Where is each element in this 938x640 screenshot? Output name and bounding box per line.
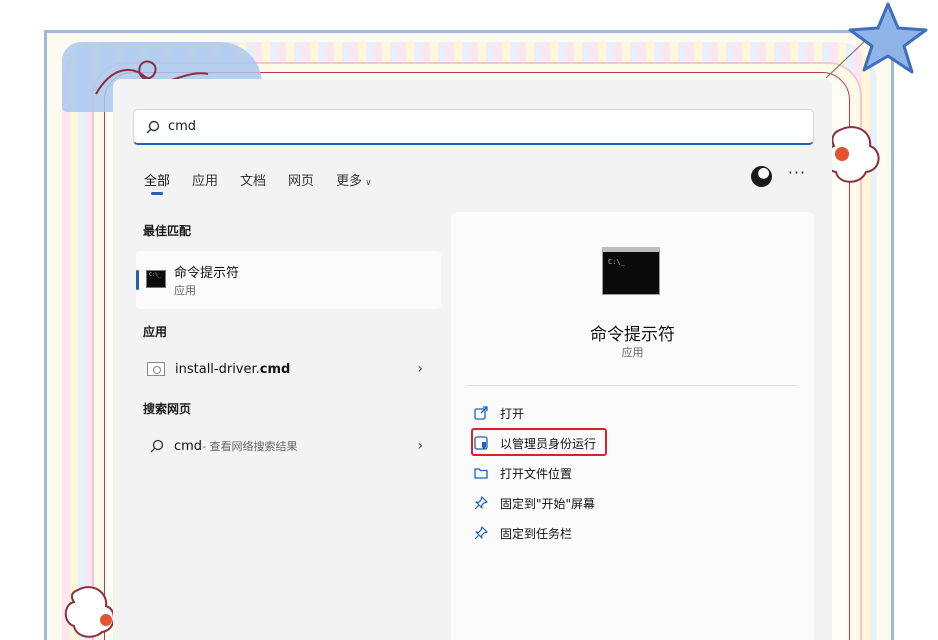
action-pin-to-start-label: 固定到"开始"屏幕 [500,496,596,511]
more-options-button[interactable]: ··· [786,165,808,186]
folder-icon [474,468,488,479]
app-result-install-driver[interactable]: install-driver.cmd › [136,354,441,384]
search-input[interactable] [168,119,768,134]
user-avatar[interactable] [751,166,772,187]
pin-icon [474,526,488,540]
filter-tabs: 全部 应用 文档 网页 更多 ∨ [144,170,394,195]
action-open[interactable]: 打开 [474,402,524,424]
best-match-title: 命令提示符 [174,266,240,281]
search-icon [146,120,160,133]
action-open-file-location-label: 打开文件位置 [500,466,573,481]
tab-documents[interactable]: 文档 [240,170,266,189]
chevron-right-icon[interactable]: › [417,438,423,454]
web-search-query: cmd [174,438,203,454]
chevron-down-icon: ∨ [365,178,372,188]
tab-more[interactable]: 更多 ∨ [336,170,372,189]
highlight-box [471,428,607,456]
command-prompt-icon: C:\_ [146,270,166,288]
chevron-right-icon[interactable]: › [417,361,423,377]
open-external-icon [474,406,488,420]
tab-apps[interactable]: 应用 [192,170,218,189]
action-pin-to-start[interactable]: 固定到"开始"屏幕 [474,492,595,514]
app-result-label: install-driver.cmd [175,361,291,377]
search-box[interactable] [133,109,814,145]
tab-all[interactable]: 全部 [144,170,170,195]
action-pin-to-taskbar-label: 固定到任务栏 [500,526,573,541]
web-search-result[interactable]: cmd - 查看网络搜索结果 › [136,431,441,461]
detail-type: 应用 [621,346,644,359]
best-match-type: 应用 [174,284,196,297]
detail-title: 命令提示符 [590,325,675,345]
command-prompt-large-icon: C:\_ [602,247,660,295]
tab-web[interactable]: 网页 [288,170,314,189]
web-search-hint: - 查看网络搜索结果 [202,440,298,453]
best-match-result[interactable]: C:\_ 命令提示符 应用 [136,251,441,309]
script-file-icon [147,362,165,376]
search-icon [150,439,164,453]
decorative-star-icon [826,2,928,79]
action-pin-to-taskbar[interactable]: 固定到任务栏 [474,522,572,544]
action-open-file-location[interactable]: 打开文件位置 [474,462,572,484]
divider [466,385,798,386]
pin-icon [474,496,488,510]
web-search-heading: 搜索网页 [143,402,192,416]
best-match-heading: 最佳匹配 [143,224,192,238]
selection-indicator [136,270,139,290]
decorative-cloud-icon [64,586,115,638]
apps-heading: 应用 [143,325,168,339]
tab-more-label: 更多 [336,174,363,189]
action-open-label: 打开 [500,406,525,421]
